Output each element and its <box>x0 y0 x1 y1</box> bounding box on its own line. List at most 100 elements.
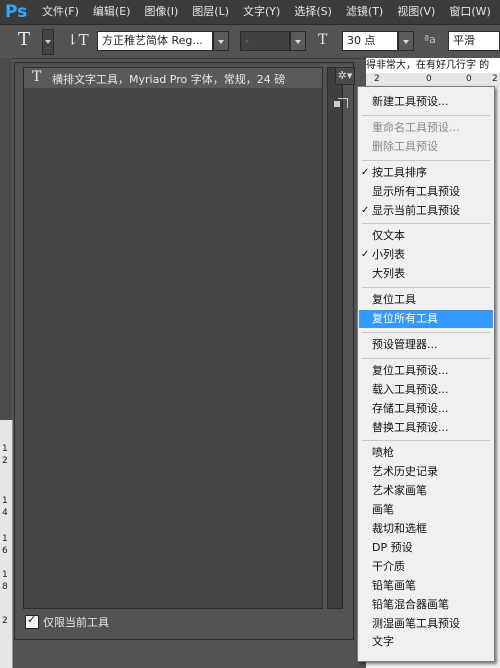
font-style-dropdown-icon[interactable] <box>290 31 306 51</box>
font-size-field[interactable]: 30 点 <box>342 31 398 51</box>
gear-icon[interactable]: ✲▾ <box>335 67 355 85</box>
menu-item[interactable]: 显示所有工具预设 <box>359 183 493 201</box>
ruler-tick-label: 0 <box>466 74 472 84</box>
menu-item[interactable]: ✓ 小列表 <box>359 246 493 264</box>
menu-item-label: 艺术家画笔 <box>372 484 427 498</box>
menu-item[interactable]: DP 预设 <box>359 539 493 557</box>
menu-item[interactable]: 画笔 <box>359 501 493 519</box>
menu-5[interactable]: 选择(S) <box>294 0 339 24</box>
tool-preset-panel: T 横排文字工具，Myriad Pro 字体，常规，24 磅 仅限当前工具 <box>14 62 354 640</box>
tool-preset-picker-button[interactable] <box>42 29 54 55</box>
preset-item[interactable]: T 横排文字工具，Myriad Pro 字体，常规，24 磅 <box>24 68 322 88</box>
menu-item-label: 测湿画笔工具预设 <box>372 616 460 630</box>
preset-item-label: 横排文字工具，Myriad Pro 字体，常规，24 磅 <box>52 73 286 86</box>
menu-item[interactable]: 复位所有工具 <box>359 310 493 328</box>
menu-separator <box>362 331 490 333</box>
menu-item-label: 复位所有工具 <box>372 312 438 325</box>
menu-item-label: 替换工具预设... <box>372 420 449 434</box>
ruler-tick-label: 1 <box>2 444 8 454</box>
ruler-tick-label: 2 <box>2 456 8 466</box>
font-size-dropdown-icon[interactable] <box>398 31 414 51</box>
menu-item-label: 复位工具 <box>372 293 416 307</box>
ruler-tick-label: 0 <box>426 74 432 84</box>
menu-item[interactable]: ✓ 显示当前工具预设 <box>359 202 493 220</box>
menu-item[interactable]: 新建工具预设... <box>359 93 493 111</box>
menu-2[interactable]: 图像(I) <box>144 0 185 24</box>
menu-item-label: 存储工具预设... <box>372 401 449 415</box>
menu-item: 重命名工具预设... <box>359 119 493 137</box>
menu-item[interactable]: 存储工具预设... <box>359 400 493 418</box>
menu-item[interactable]: 测湿画笔工具预设 <box>359 615 493 633</box>
menu-item[interactable]: 载入工具预设... <box>359 381 493 399</box>
menu-item-label: 画笔 <box>372 503 394 517</box>
menu-item-label: 喷枪 <box>372 446 394 460</box>
options-bar: T ⇂T 方正稚艺简体 Reg... - T 30 点 ªa 平滑 <box>0 25 500 59</box>
photoshop-logo: Ps <box>5 2 28 22</box>
ruler-tick-label: 2 <box>374 74 380 84</box>
menu-item[interactable]: 替换工具预设... <box>359 419 493 437</box>
menu-item-label: 仅文本 <box>372 229 405 243</box>
menu-item[interactable]: 艺术历史记录 <box>359 463 493 481</box>
preset-list-scrollbar[interactable] <box>327 67 343 609</box>
ruler-tick-label: 6 <box>2 546 8 556</box>
menu-item[interactable]: 复位工具 <box>359 291 493 309</box>
antialias-field[interactable]: 平滑 <box>448 31 500 51</box>
menu-item-label: 载入工具预设... <box>372 382 449 396</box>
menu-item[interactable]: 复位工具预设... <box>359 362 493 380</box>
font-family-dropdown-icon[interactable] <box>213 31 229 51</box>
menu-item-label: 显示所有工具预设 <box>372 184 460 198</box>
menu-3[interactable]: 图层(L) <box>192 0 236 24</box>
menu-4[interactable]: 文字(Y) <box>243 0 287 24</box>
menu-item[interactable]: 预设管理器... <box>359 336 493 354</box>
menu-item[interactable]: ✓ 按工具排序 <box>359 164 493 182</box>
tools-panel-edge <box>0 58 12 420</box>
current-tool-only-checkbox[interactable] <box>25 613 39 629</box>
menu-item[interactable]: 喷枪 <box>359 444 493 462</box>
ruler-tick-label: 2 <box>2 616 8 626</box>
current-tool-only-label: 仅限当前工具 <box>43 616 109 629</box>
menu-item-label: 大列表 <box>372 267 405 281</box>
menu-0[interactable]: 文件(F) <box>42 0 86 24</box>
menu-item-label: 铅笔画笔 <box>372 578 416 592</box>
menu-items: 文件(F) 编辑(E) 图像(I) 图层(L) 文字(Y) 选择(S) 滤镜(T) 视图(V)… <box>42 0 500 24</box>
menu-item[interactable]: 艺术家画笔 <box>359 482 493 500</box>
ruler-tick-label: 1 <box>2 496 8 506</box>
menu-item[interactable]: 铅笔画笔 <box>359 577 493 595</box>
menu-1[interactable]: 编辑(E) <box>93 0 138 24</box>
ruler-tick-label: 8 <box>2 582 8 592</box>
menu-item-label: 预设管理器... <box>372 337 438 351</box>
menu-item-label: 按工具排序 <box>372 165 427 179</box>
check-icon: ✓ <box>361 249 370 261</box>
type-tool-icon: T <box>32 69 42 85</box>
menu-8[interactable]: 窗口(W) <box>449 0 497 24</box>
menu-separator <box>362 159 490 161</box>
type-tool-icon[interactable]: T <box>18 29 30 50</box>
menu-item[interactable]: 裁切和选框 <box>359 520 493 538</box>
menu-item: 删除工具预设 <box>359 138 493 156</box>
font-family-field[interactable]: 方正稚艺简体 Reg... <box>97 31 213 51</box>
font-style-field[interactable]: - <box>240 31 290 51</box>
menu-separator <box>362 287 490 289</box>
menu-separator <box>362 114 490 116</box>
ruler-tick-label: 4 <box>2 508 8 518</box>
font-size-icon: T <box>318 32 328 48</box>
check-icon: ✓ <box>361 166 370 178</box>
menu-item-label: 新建工具预设... <box>372 95 449 108</box>
menu-item[interactable]: 干介质 <box>359 558 493 576</box>
ruler-tick-label: 1 <box>2 570 8 580</box>
text-orientation-icon[interactable]: ⇂T <box>66 31 89 49</box>
menu-separator <box>362 357 490 359</box>
new-preset-icon[interactable] <box>334 98 348 108</box>
menu-item[interactable]: 大列表 <box>359 265 493 283</box>
menu-6[interactable]: 滤镜(T) <box>346 0 390 24</box>
menu-separator <box>362 440 490 442</box>
document-text: 得非常大，在有好几行字 的 <box>366 58 500 73</box>
ruler-tick-label: 2 <box>492 74 498 84</box>
menu-item-label: DP 预设 <box>372 540 413 554</box>
check-icon: ✓ <box>361 204 370 216</box>
menu-item-label: 干介质 <box>372 559 405 573</box>
menu-7[interactable]: 视图(V) <box>397 0 442 24</box>
menu-item[interactable]: 铅笔混合器画笔 <box>359 596 493 614</box>
menu-item[interactable]: 文字 <box>359 633 493 651</box>
menu-item[interactable]: 仅文本 <box>359 227 493 245</box>
